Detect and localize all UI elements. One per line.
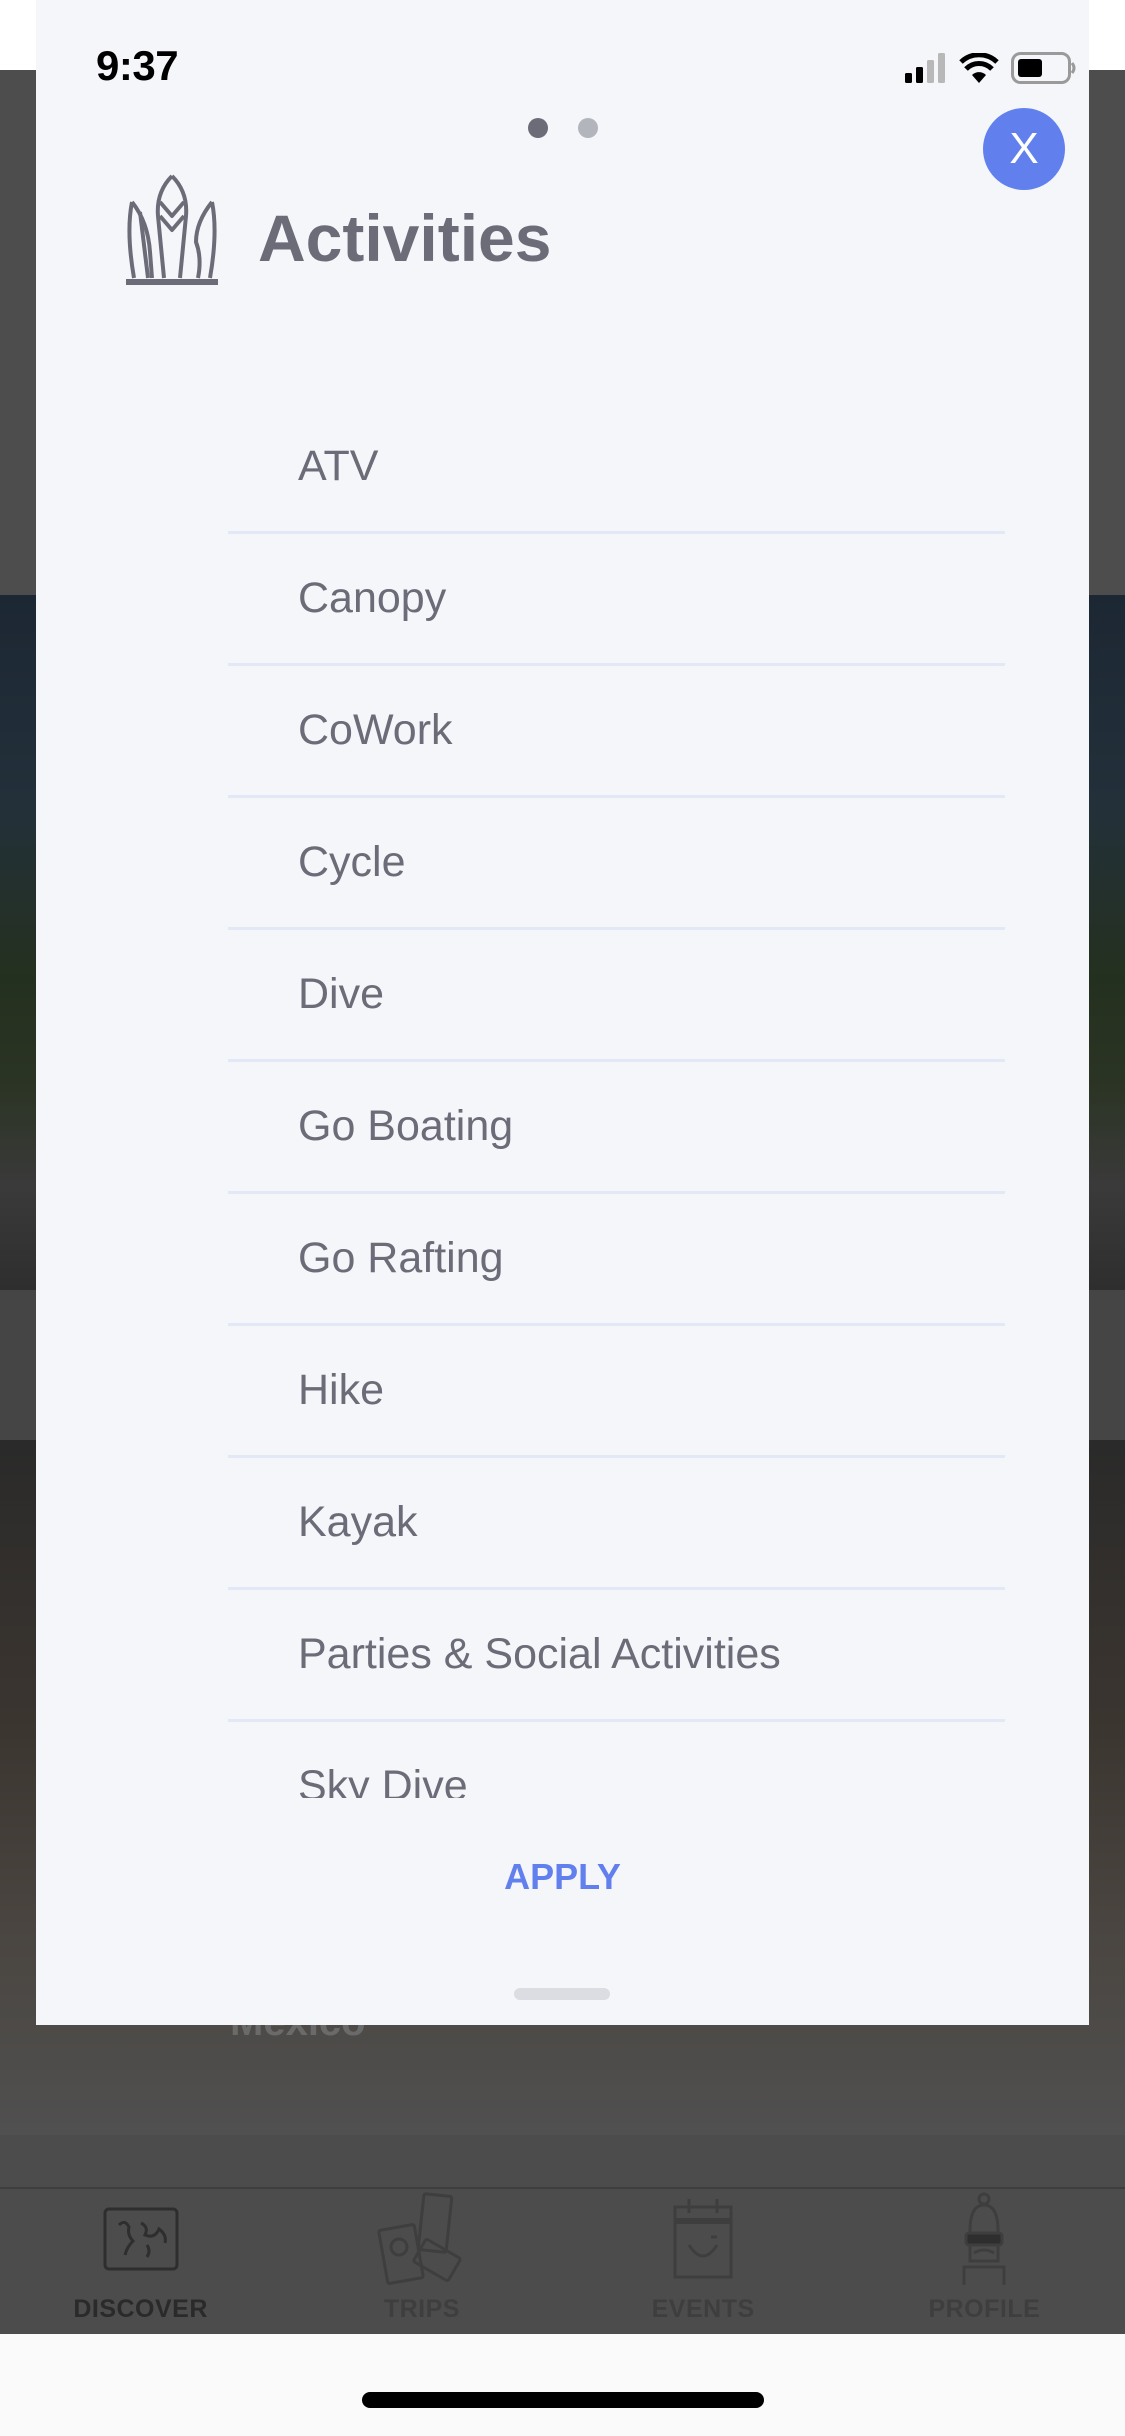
tab-label: TRIPS (383, 2295, 460, 2323)
tab-discover[interactable]: DISCOVER (0, 2189, 281, 2334)
activity-item-go-boating[interactable]: Go Boating (228, 1062, 1005, 1194)
activity-item-go-rafting[interactable]: Go Rafting (228, 1194, 1005, 1326)
status-icons (905, 52, 1077, 89)
tab-label: DISCOVER (73, 2295, 208, 2323)
leaves-plant-icon (124, 172, 220, 290)
wifi-icon (959, 52, 999, 88)
activity-item-cowork[interactable]: CoWork (228, 666, 1005, 798)
home-indicator-area (0, 2334, 1125, 2436)
activity-item-canopy[interactable]: Canopy (228, 534, 1005, 666)
modal-title: Activities (258, 201, 552, 275)
page-dot-active[interactable] (527, 118, 548, 138)
activity-item-sky-dive[interactable]: Sky Dive (228, 1722, 1005, 1798)
page-indicator (0, 118, 1125, 138)
activity-item-dive[interactable]: Dive (228, 930, 1005, 1062)
cellular-signal-icon (905, 53, 947, 88)
page-dot[interactable] (577, 118, 598, 138)
close-button[interactable]: X (983, 108, 1065, 190)
avatar-sunglasses-icon (939, 2191, 1029, 2287)
calendar-smile-icon (658, 2191, 748, 2287)
tab-bar: DISCOVER TRIPS EVENTS PROFILE (0, 2187, 1125, 2334)
close-icon: X (1009, 124, 1039, 173)
background-gap (0, 2135, 1125, 2187)
activity-item-hike[interactable]: Hike (228, 1326, 1005, 1458)
tab-label: PROFILE (928, 2295, 1041, 2323)
activities-list[interactable]: ATV Canopy CoWork Cycle Dive Go Boating … (228, 402, 1005, 1798)
tab-label: EVENTS (651, 2295, 755, 2323)
apply-button[interactable]: APPLY (0, 1856, 1125, 1898)
tab-profile[interactable]: PROFILE (844, 2189, 1125, 2334)
world-map-icon (96, 2191, 186, 2287)
tab-trips[interactable]: TRIPS (281, 2189, 562, 2334)
activity-item-atv[interactable]: ATV (228, 402, 1005, 534)
sheet-drag-handle[interactable] (514, 1988, 610, 2000)
activity-item-kayak[interactable]: Kayak (228, 1458, 1005, 1590)
activity-item-cycle[interactable]: Cycle (228, 798, 1005, 930)
home-indicator[interactable] (362, 2392, 764, 2408)
activity-item-parties-social[interactable]: Parties & Social Activities (228, 1590, 1005, 1722)
passport-tickets-icon (377, 2191, 467, 2287)
tab-events[interactable]: EVENTS (563, 2189, 844, 2334)
status-time: 9:37 (96, 42, 179, 89)
battery-icon (1011, 52, 1077, 89)
